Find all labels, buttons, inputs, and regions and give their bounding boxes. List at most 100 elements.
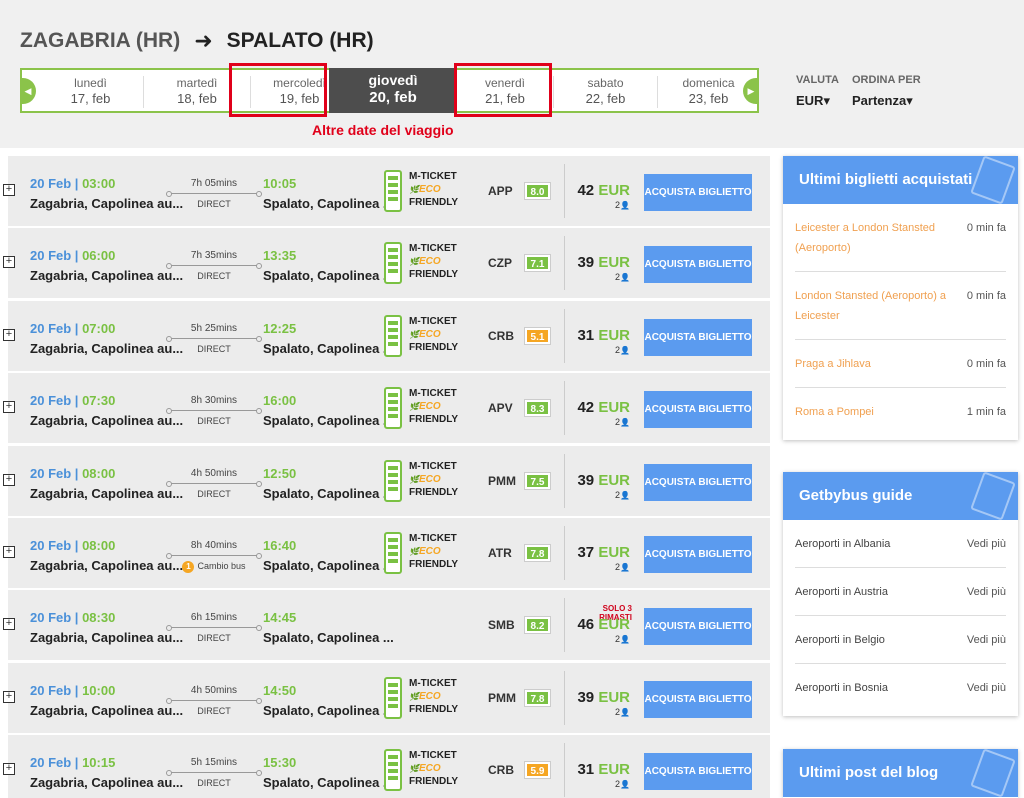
recent-ticket-item[interactable]: Roma a Pompei 1 min fa xyxy=(795,388,1006,436)
person-icon: 👤 xyxy=(620,418,630,427)
recent-ticket-route[interactable]: Praga a Jihlava xyxy=(795,354,955,374)
recent-ticket-item[interactable]: London Stansted (Aeroporto) a Leicester 0… xyxy=(795,272,1006,340)
guide-item[interactable]: Aeroporti in Belgio Vedi più xyxy=(795,616,1006,664)
date-selector: ◀ lunedì 17, feb martedì 18, feb mercoledì 19… xyxy=(20,68,759,113)
price-currency: EUR xyxy=(598,327,630,344)
date-option[interactable]: sabato 22, feb xyxy=(554,76,658,108)
operator-code: CRB xyxy=(488,329,514,343)
person-icon: 👤 xyxy=(620,491,630,500)
mticket-eco: 🌿ECO xyxy=(409,545,458,558)
time-separator: | xyxy=(71,248,83,263)
expand-icon[interactable]: + xyxy=(3,401,15,413)
price-amount: 42 xyxy=(577,399,595,416)
duration-line xyxy=(166,553,262,559)
trip-row: +20 Feb | 10:15 Zagabria, Capolinea au...… xyxy=(3,735,770,798)
expand-icon[interactable]: + xyxy=(3,691,15,703)
mobile-phone-icon xyxy=(384,749,402,791)
mticket-eco: 🌿ECO xyxy=(409,473,458,486)
operator-code: CRB xyxy=(488,763,514,777)
mticket-badge: M-TICKET 🌿ECO FRIENDLY xyxy=(384,387,474,431)
mobile-phone-icon xyxy=(384,242,402,284)
expand-icon[interactable]: + xyxy=(3,256,15,268)
arrival-time: 10:05 xyxy=(263,176,297,191)
departure-stop: Zagabria, Capolinea au... xyxy=(30,630,184,645)
duration-line xyxy=(166,698,262,704)
expand-icon[interactable]: + xyxy=(3,618,15,630)
rating-badge: 7.8 xyxy=(524,689,551,707)
guide-item-link[interactable]: Vedi più xyxy=(967,534,1006,554)
guide-item[interactable]: Aeroporti in Bosnia Vedi più xyxy=(795,664,1006,712)
mticket-line1: M-TICKET xyxy=(409,533,457,544)
currency-value: EUR xyxy=(796,93,824,108)
person-icon: 👤 xyxy=(620,708,630,717)
buy-ticket-button[interactable]: ACQUISTA BIGLIETTO xyxy=(644,319,752,356)
buy-ticket-button[interactable]: ACQUISTA BIGLIETTO xyxy=(644,464,752,501)
trip-duration: 4h 50mins xyxy=(190,468,238,479)
leaf-icon: 🌿 xyxy=(409,330,419,339)
expand-icon[interactable]: + xyxy=(3,184,15,196)
price-amount: 42 xyxy=(577,182,595,199)
trip-row: +20 Feb | 07:30 Zagabria, Capolinea au...… xyxy=(3,373,770,443)
divider xyxy=(564,309,565,363)
departure-stop: Zagabria, Capolinea au... xyxy=(30,413,184,428)
leaf-icon: 🌿 xyxy=(409,185,419,194)
recent-ticket-time: 0 min fa xyxy=(966,222,1006,234)
date-day: lunedì xyxy=(74,76,107,90)
arrival-stop: Spalato, Capolinea ... xyxy=(263,775,394,790)
guide-item[interactable]: Aeroporti in Albania Vedi più xyxy=(795,520,1006,568)
trip-row: +20 Feb | 07:00 Zagabria, Capolinea au...… xyxy=(3,301,770,371)
trip-duration: 5h 25mins xyxy=(190,323,238,334)
buy-ticket-button[interactable]: ACQUISTA BIGLIETTO xyxy=(644,246,752,283)
currency-selector[interactable]: VALUTA EUR▾ xyxy=(796,74,839,109)
blog-title: Ultimi post del blog xyxy=(799,764,939,781)
date-option[interactable]: lunedì 17, feb xyxy=(38,76,144,108)
prev-dates-icon[interactable]: ◀ xyxy=(20,78,36,104)
expand-icon[interactable]: + xyxy=(3,329,15,341)
duration-line xyxy=(166,481,262,487)
buy-ticket-button[interactable]: ACQUISTA BIGLIETTO xyxy=(644,174,752,211)
mobile-phone-icon xyxy=(384,532,402,574)
panel-title: Ultimi post del blog xyxy=(783,749,1018,797)
currency-label: VALUTA xyxy=(796,74,839,86)
guide-item[interactable]: Aeroporti in Austria Vedi più xyxy=(795,568,1006,616)
buy-ticket-button[interactable]: ACQUISTA BIGLIETTO xyxy=(644,681,752,718)
departure-stop: Zagabria, Capolinea au... xyxy=(30,703,184,718)
rating-badge: 5.9 xyxy=(524,761,551,779)
guide-item-link[interactable]: Vedi più xyxy=(967,678,1006,698)
buy-ticket-button[interactable]: ACQUISTA BIGLIETTO xyxy=(644,608,752,645)
guide-item-link[interactable]: Vedi più xyxy=(967,582,1006,602)
date-value: 22, feb xyxy=(585,91,626,106)
arrival-time: 12:50 xyxy=(263,466,297,481)
caret-down-icon: ▾ xyxy=(906,93,913,108)
ticket-price: 31 EUR xyxy=(568,327,630,344)
buy-ticket-button[interactable]: ACQUISTA BIGLIETTO xyxy=(644,753,752,790)
recent-ticket-item[interactable]: Leicester a London Stansted (Aeroporto) 0… xyxy=(795,204,1006,272)
mticket-eco: 🌿ECO xyxy=(409,762,458,775)
mticket-eco: 🌿ECO xyxy=(409,690,458,703)
buy-ticket-button[interactable]: ACQUISTA BIGLIETTO xyxy=(644,391,752,428)
recent-ticket-time: 1 min fa xyxy=(966,406,1006,418)
price-amount: 39 xyxy=(577,254,595,271)
expand-icon[interactable]: + xyxy=(3,546,15,558)
recent-ticket-item[interactable]: Praga a Jihlava 0 min fa xyxy=(795,340,1006,388)
time-separator: | xyxy=(71,393,83,408)
time-separator: | xyxy=(71,610,83,625)
guide-item-label: Aeroporti in Albania xyxy=(795,538,891,550)
recent-ticket-route[interactable]: London Stansted (Aeroporto) a Leicester xyxy=(795,286,955,326)
recent-ticket-route[interactable]: Leicester a London Stansted (Aeroporto) xyxy=(795,218,955,258)
trip-type-label: Cambio bus xyxy=(197,561,246,571)
mticket-line3: FRIENDLY xyxy=(409,269,459,280)
expand-icon[interactable]: + xyxy=(3,474,15,486)
leaf-icon: 🌿 xyxy=(409,547,419,556)
departure-hour: 10:00 xyxy=(82,683,116,698)
buy-ticket-button[interactable]: ACQUISTA BIGLIETTO xyxy=(644,536,752,573)
sort-selector[interactable]: ORDINA PER Partenza▾ xyxy=(852,74,921,109)
operator-code: PMM xyxy=(488,474,516,488)
trip-row: +20 Feb | 08:00 Zagabria, Capolinea au...… xyxy=(3,446,770,516)
guide-item-link[interactable]: Vedi più xyxy=(967,630,1006,650)
price-amount: 39 xyxy=(577,689,595,706)
recent-ticket-route[interactable]: Roma a Pompei xyxy=(795,402,955,422)
date-option[interactable]: giovedì 20, feb xyxy=(329,68,457,113)
expand-icon[interactable]: + xyxy=(3,763,15,775)
guide-title: Getbybus guide xyxy=(799,487,913,504)
